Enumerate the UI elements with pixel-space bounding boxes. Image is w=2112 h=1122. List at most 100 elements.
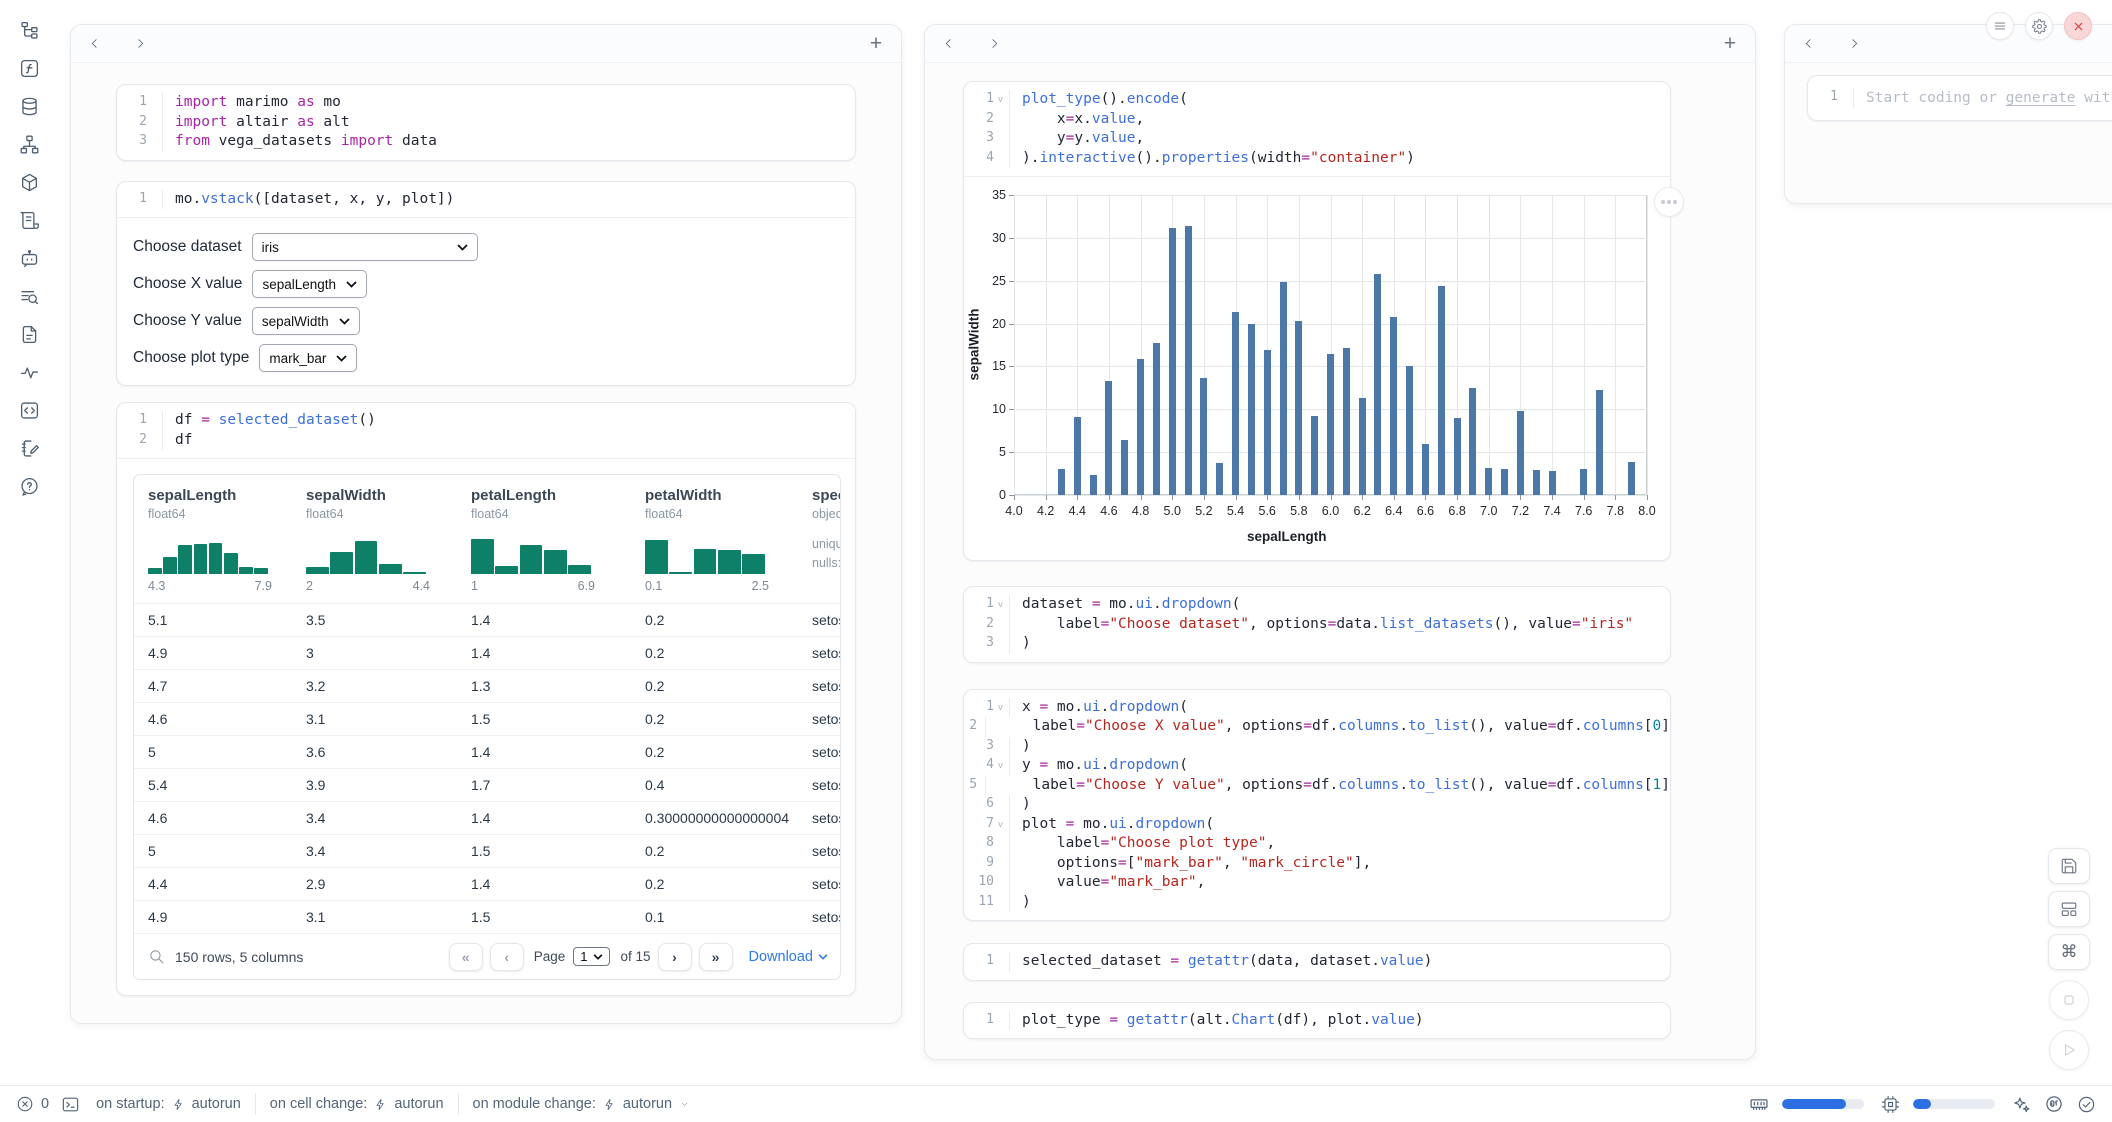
code-editor[interactable]: 1vx = mo.ui.dropdown(2 label="Choose X v… bbox=[964, 690, 1670, 921]
sparkles-icon[interactable] bbox=[2012, 1095, 2031, 1114]
dropdown-row-x: Choose X value sepalLength bbox=[133, 270, 839, 298]
x-tick-label: 4.2 bbox=[1037, 504, 1054, 518]
last-page-button[interactable]: » bbox=[699, 943, 733, 971]
column-header-petalLength[interactable]: petalLengthfloat6416.9 bbox=[457, 487, 631, 603]
code-editor[interactable]: 1vplot_type().encode(2 x=x.value,3 y=y.v… bbox=[964, 82, 1670, 176]
code-editor[interactable]: 1df = selected_dataset()2df bbox=[117, 403, 855, 458]
notebook-column-right: 1 Start coding or generate with bbox=[1784, 24, 2112, 204]
code-line: 4).interactive().properties(width="conta… bbox=[964, 149, 1670, 169]
connection-check-icon[interactable] bbox=[2077, 1095, 2096, 1114]
terminal-button[interactable] bbox=[61, 1095, 80, 1114]
page-select[interactable]: 1 bbox=[573, 947, 610, 966]
search-list-icon[interactable] bbox=[16, 284, 42, 308]
menu-button[interactable] bbox=[1986, 12, 2014, 40]
y-value-select[interactable]: sepalWidth bbox=[252, 307, 360, 335]
column-header-sepalWidth[interactable]: sepalWidthfloat6424.4 bbox=[292, 487, 457, 603]
on-cell-change-setting[interactable]: on cell change: autorun bbox=[270, 1096, 444, 1112]
code-editor[interactable]: 1vdataset = mo.ui.dropdown(2 label="Choo… bbox=[964, 587, 1670, 662]
code-editor[interactable]: 1import marimo as mo2import altair as al… bbox=[117, 85, 855, 160]
chart-bar bbox=[1549, 471, 1556, 495]
first-page-button[interactable]: « bbox=[449, 943, 483, 971]
plot-type-select[interactable]: mark_bar bbox=[259, 344, 357, 372]
x-value-select[interactable]: sepalLength bbox=[252, 270, 367, 298]
cell-dataset-dropdown[interactable]: 1vdataset = mo.ui.dropdown(2 label="Choo… bbox=[963, 586, 1671, 663]
chart-bar bbox=[1295, 321, 1302, 495]
code-line: 9 options=["mark_bar", "mark_circle"], bbox=[964, 854, 1670, 874]
column-header-petalWidth[interactable]: petalWidthfloat640.12.5 bbox=[631, 487, 798, 603]
code-editor[interactable]: 1plot_type = getattr(alt.Chart(df), plot… bbox=[964, 1003, 1670, 1039]
on-startup-setting[interactable]: on startup: autorun bbox=[96, 1096, 241, 1112]
lightning-icon bbox=[172, 1097, 185, 1112]
x-tick-label: 5.8 bbox=[1290, 504, 1307, 518]
generate-link[interactable]: generate bbox=[2006, 90, 2076, 106]
stop-button[interactable] bbox=[2049, 980, 2089, 1020]
cell-vstack[interactable]: 1mo.vstack([dataset, x, y, plot]) Choose… bbox=[116, 181, 856, 387]
chart-actions-button[interactable] bbox=[1654, 187, 1684, 217]
chevron-left-icon[interactable] bbox=[1799, 35, 1817, 53]
notebook-column-middle: + 1vplot_type().encode(2 x=x.value,3 y=y… bbox=[924, 24, 1756, 1060]
activity-icon[interactable] bbox=[16, 360, 42, 384]
dataset-select[interactable]: iris bbox=[252, 233, 478, 261]
help-icon[interactable] bbox=[16, 474, 42, 498]
add-cell-button[interactable]: + bbox=[865, 33, 887, 55]
scroll-icon[interactable] bbox=[16, 208, 42, 232]
layout-button[interactable] bbox=[2048, 891, 2090, 927]
code-line: 6) bbox=[964, 795, 1670, 815]
search-icon[interactable] bbox=[148, 948, 165, 965]
save-button[interactable] bbox=[2048, 848, 2090, 884]
on-module-change-setting[interactable]: on module change: autorun bbox=[473, 1096, 691, 1112]
code-placeholder[interactable]: Start coding or generate with bbox=[1853, 88, 2112, 108]
x-tick-label: 7.4 bbox=[1543, 504, 1560, 518]
cell-plot-type[interactable]: 1plot_type = getattr(alt.Chart(df), plot… bbox=[963, 1002, 1671, 1040]
code-editor[interactable]: 1mo.vstack([dataset, x, y, plot]) bbox=[117, 182, 855, 218]
command-icon: ⌘ bbox=[2061, 942, 2078, 962]
cpu-usage-fill bbox=[1913, 1099, 1931, 1109]
column-header-species[interactable]: speciesobjectunique:nulls: bbox=[798, 487, 841, 603]
x-tick-label: 6.6 bbox=[1417, 504, 1434, 518]
code-line: 3) bbox=[964, 634, 1670, 654]
download-button[interactable]: Download bbox=[749, 949, 829, 965]
chart-bar bbox=[1580, 469, 1587, 495]
chat-bot-icon[interactable] bbox=[16, 246, 42, 270]
document-icon[interactable] bbox=[16, 322, 42, 346]
chevron-right-icon[interactable] bbox=[985, 35, 1003, 53]
next-page-button[interactable]: › bbox=[658, 943, 692, 971]
command-palette-button[interactable]: ⌘ bbox=[2048, 934, 2090, 970]
chevron-left-icon[interactable] bbox=[939, 35, 957, 53]
code-line: 1import marimo as mo bbox=[117, 93, 855, 113]
function-icon[interactable] bbox=[16, 56, 42, 80]
dataframe-table: sepalLengthfloat644.37.9sepalWidthfloat6… bbox=[133, 474, 841, 980]
code-editor[interactable]: 1selected_dataset = getattr(data, datase… bbox=[964, 944, 1670, 980]
chart-bar bbox=[1216, 463, 1223, 495]
line-number: 1 bbox=[1808, 88, 1838, 108]
sitemap-icon[interactable] bbox=[16, 132, 42, 156]
run-button[interactable] bbox=[2049, 1030, 2089, 1070]
file-tree-icon[interactable] bbox=[16, 18, 42, 42]
cell-chart[interactable]: 1vplot_type().encode(2 x=x.value,3 y=y.v… bbox=[963, 81, 1671, 561]
cell-empty[interactable]: 1 Start coding or generate with bbox=[1807, 75, 2112, 121]
x-tick-label: 6.4 bbox=[1385, 504, 1402, 518]
chevron-left-icon[interactable] bbox=[85, 35, 103, 53]
code-line: 4vy = mo.ui.dropdown( bbox=[964, 756, 1670, 776]
page-total: of 15 bbox=[620, 949, 650, 964]
close-button[interactable] bbox=[2064, 12, 2092, 40]
cell-dataframe[interactable]: 1df = selected_dataset()2df sepalLengthf… bbox=[116, 402, 856, 996]
database-icon[interactable] bbox=[16, 94, 42, 118]
cell-xy-plot-dropdowns[interactable]: 1vx = mo.ui.dropdown(2 label="Choose X v… bbox=[963, 689, 1671, 922]
cell-imports[interactable]: 1import marimo as mo2import altair as al… bbox=[116, 84, 856, 161]
settings-gear-button[interactable] bbox=[2025, 12, 2053, 40]
copilot-icon[interactable] bbox=[2044, 1094, 2064, 1114]
chart-bar bbox=[1200, 378, 1207, 495]
code-snippet-icon[interactable] bbox=[16, 398, 42, 422]
table-row: 4.63.41.40.30000000000000004setosa bbox=[134, 801, 840, 834]
chevron-right-icon[interactable] bbox=[131, 35, 149, 53]
prev-page-button[interactable]: ‹ bbox=[490, 943, 524, 971]
package-icon[interactable] bbox=[16, 170, 42, 194]
chart-area: sepalLength sepalWidth 051015202530354.0… bbox=[964, 177, 1670, 560]
add-cell-button[interactable]: + bbox=[1719, 33, 1741, 55]
error-count-badge[interactable]: 0 bbox=[16, 1095, 49, 1113]
scratchpad-icon[interactable] bbox=[16, 436, 42, 460]
chevron-right-icon[interactable] bbox=[1845, 35, 1863, 53]
cell-selected-dataset[interactable]: 1selected_dataset = getattr(data, datase… bbox=[963, 943, 1671, 981]
column-header-sepalLength[interactable]: sepalLengthfloat644.37.9 bbox=[134, 487, 292, 603]
